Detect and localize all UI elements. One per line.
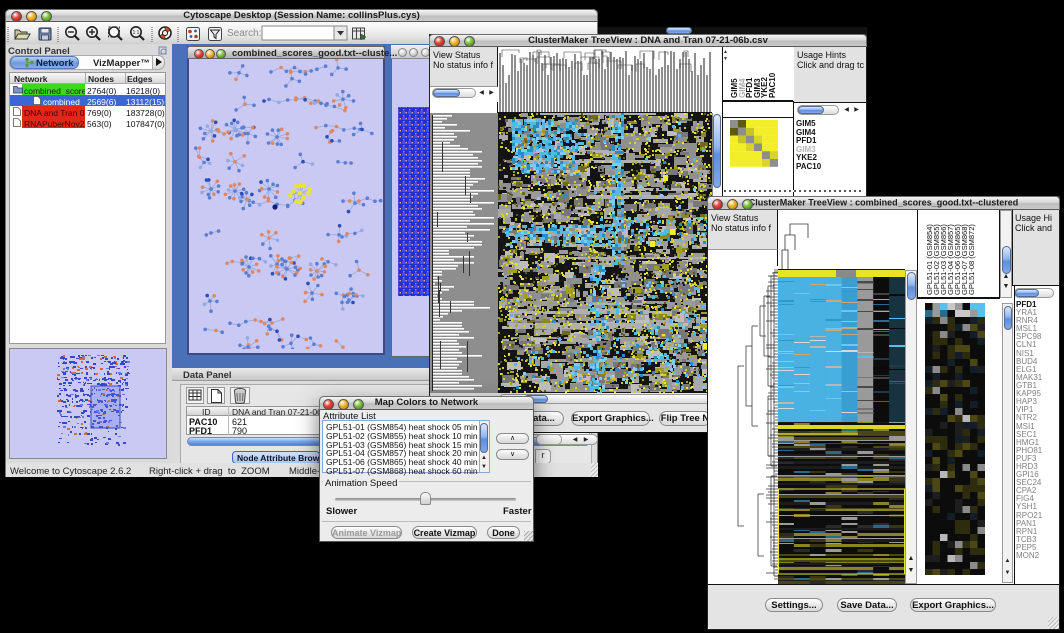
svg-text:1:1: 1:1 [133,30,140,36]
svg-text:Search:: Search: [227,28,261,39]
